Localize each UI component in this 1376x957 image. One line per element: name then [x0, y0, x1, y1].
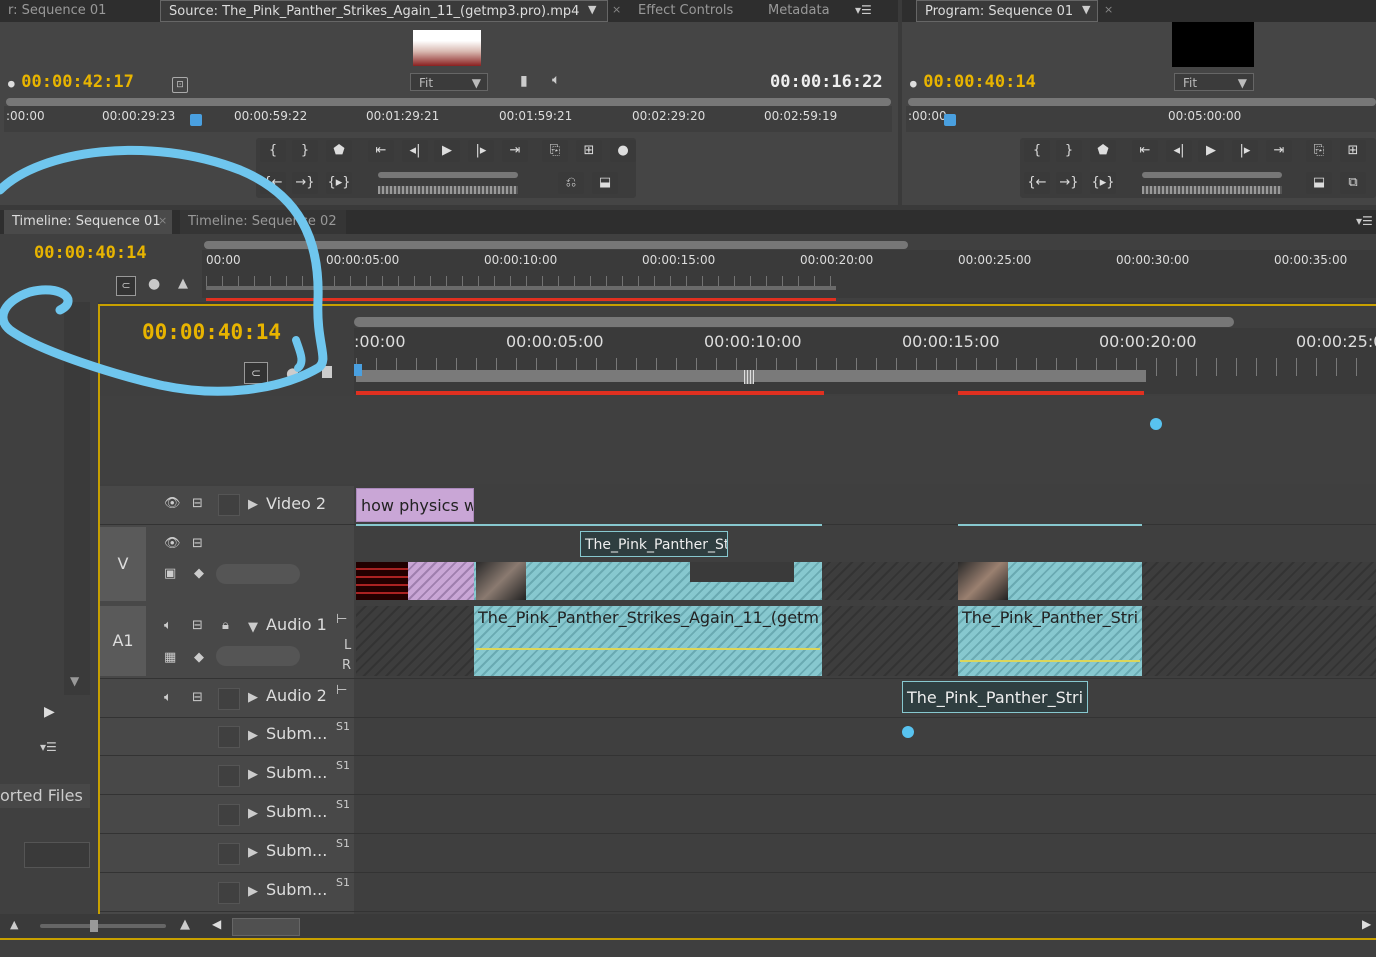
annotation-overlay [0, 145, 328, 396]
annotation-dot [1150, 418, 1162, 430]
annotation-dot [902, 726, 914, 738]
annotation-scribble [0, 145, 328, 396]
